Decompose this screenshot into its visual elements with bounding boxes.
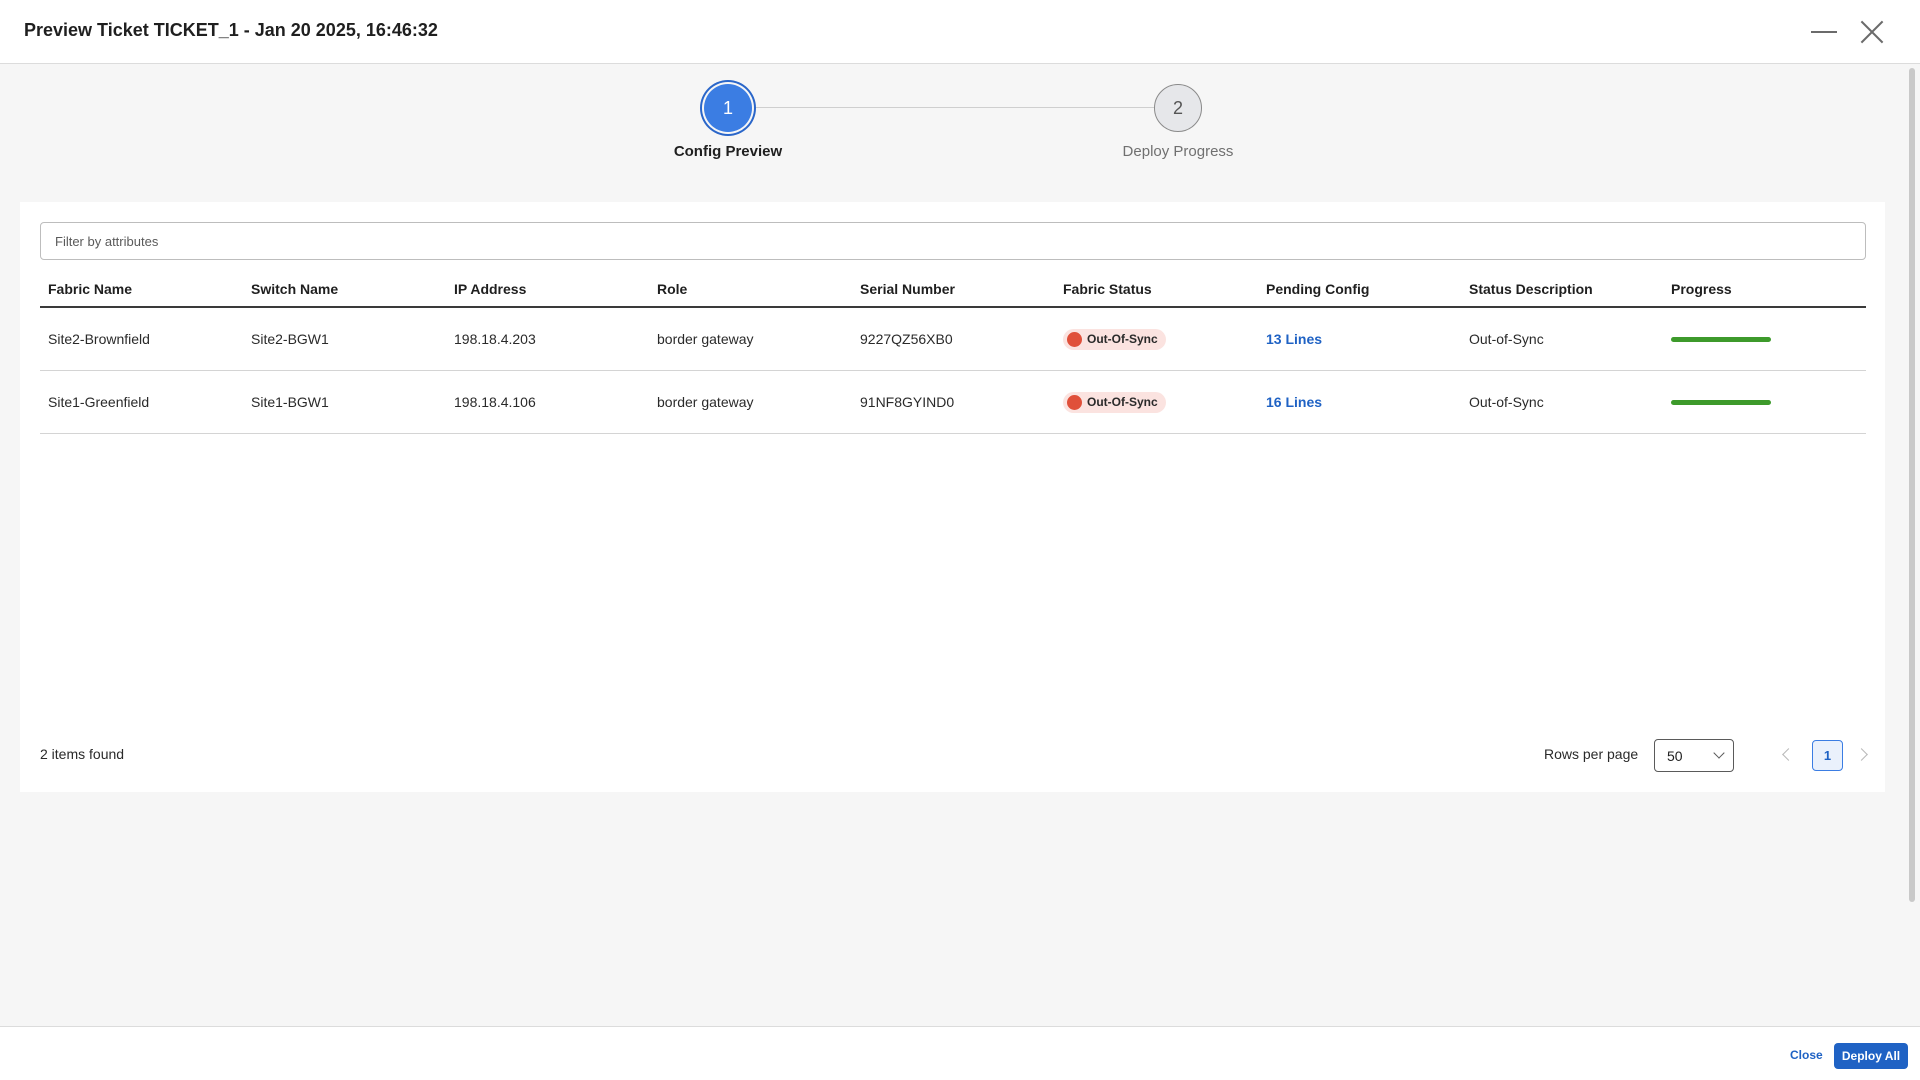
status-badge: Out-Of-Sync [1063,391,1166,413]
cell-switch-name: Site2-BGW1 [251,331,329,347]
cell-role: border gateway [657,331,754,347]
rows-per-page-value: 50 [1667,747,1683,764]
cell-ip-address: 198.18.4.203 [454,331,536,347]
progress-bar [1671,399,1771,405]
close-button[interactable]: Close [1790,1048,1823,1062]
cell-fabric-status: Out-Of-Sync [1055,328,1258,350]
items-found-count: 2 items found [40,746,125,762]
step-1-indicator[interactable]: 1 [704,84,752,132]
column-header-serial-number[interactable]: Serial Number [852,281,1055,297]
column-header-ip-address[interactable]: IP Address [446,281,649,297]
status-badge: Out-Of-Sync [1063,328,1166,350]
vertical-scrollbar[interactable] [1909,68,1915,902]
config-preview-panel: Fabric Name Switch Name IP Address Role … [20,202,1885,792]
chevron-left-icon [1782,748,1795,761]
cell-pending-config: 16 Lines [1258,394,1461,410]
next-page-button[interactable] [1854,745,1874,765]
step-2-indicator[interactable]: 2 [1154,84,1202,132]
table-row[interactable]: Site1-Greenfield Site1-BGW1 198.18.4.106… [40,371,1866,434]
error-status-icon [1067,331,1082,347]
cell-status-description: Out-of-Sync [1469,394,1544,410]
chevron-right-icon [1855,748,1868,761]
status-badge-label: Out-Of-Sync [1087,332,1158,346]
status-badge-label: Out-Of-Sync [1087,395,1158,409]
cell-pending-config: 13 Lines [1258,331,1461,347]
cell-progress [1663,336,1866,342]
switch-table: Fabric Name Switch Name IP Address Role … [40,272,1866,434]
column-header-status-description[interactable]: Status Description [1461,281,1663,297]
cell-serial-number: 91NF8GYIND0 [860,394,955,410]
column-header-progress[interactable]: Progress [1663,281,1866,297]
column-header-role[interactable]: Role [649,281,852,297]
page-number-button[interactable]: 1 [1812,740,1843,771]
cell-status-description: Out-of-Sync [1469,331,1544,347]
minimize-icon[interactable] [1806,14,1842,50]
cell-switch-name: Site1-BGW1 [251,394,329,410]
table-header: Fabric Name Switch Name IP Address Role … [40,272,1866,308]
cell-progress [1663,399,1866,405]
cell-fabric-name: Site2-Brownfield [48,331,150,347]
stepper-connector [752,107,1154,108]
column-header-pending-config[interactable]: Pending Config [1258,281,1461,297]
step-1-label: Config Preview [673,143,783,160]
page-title: Preview Ticket TICKET_1 - Jan 20 2025, 1… [24,20,438,40]
cell-ip-address: 198.18.4.106 [454,394,536,410]
table-row[interactable]: Site2-Brownfield Site2-BGW1 198.18.4.203… [40,308,1866,371]
modal-footer: Close Deploy All [0,1026,1920,1080]
cell-serial-number: 9227QZ56XB0 [860,331,953,347]
rows-per-page-select[interactable]: 50 [1654,739,1734,772]
column-header-switch-name[interactable]: Switch Name [243,281,446,297]
filter-input[interactable] [40,222,1866,260]
close-icon[interactable] [1854,14,1890,50]
deploy-all-button[interactable]: Deploy All [1834,1043,1908,1069]
minimize-bar [1811,31,1837,33]
step-2-label: Deploy Progress [1122,143,1234,160]
cell-fabric-name: Site1-Greenfield [48,394,150,410]
cell-role: border gateway [657,394,754,410]
previous-page-button[interactable] [1778,745,1798,765]
rows-per-page-label: Rows per page [1544,746,1639,762]
error-status-icon [1067,394,1082,410]
column-header-fabric-name[interactable]: Fabric Name [40,281,243,297]
pending-config-link[interactable]: 13 Lines [1266,331,1322,347]
cell-fabric-status: Out-Of-Sync [1055,391,1258,413]
column-header-fabric-status[interactable]: Fabric Status [1055,281,1258,297]
progress-bar [1671,336,1771,342]
pending-config-link[interactable]: 16 Lines [1266,394,1322,410]
chevron-down-icon [1713,747,1725,759]
modal-header: Preview Ticket TICKET_1 - Jan 20 2025, 1… [0,0,1920,64]
